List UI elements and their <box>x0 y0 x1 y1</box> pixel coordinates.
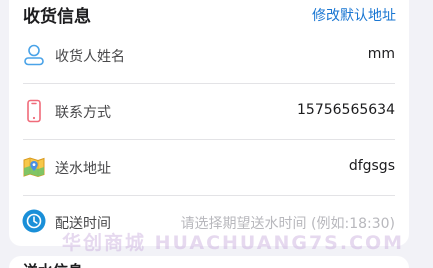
clock-icon <box>22 209 46 233</box>
recipient-name-row[interactable]: 收货人姓名 mm <box>9 28 409 84</box>
map-icon <box>22 155 46 179</box>
water-info-card: 送水信息 <box>9 256 409 268</box>
person-icon <box>22 43 46 67</box>
next-section-title: 送水信息 <box>23 260 83 268</box>
section-header: 收货信息 修改默认地址 <box>9 0 409 28</box>
phone-icon <box>22 99 46 123</box>
recipient-name-value[interactable]: mm <box>368 46 395 62</box>
section-title: 收货信息 <box>23 7 91 27</box>
contact-label: 联系方式 <box>55 105 111 121</box>
recipient-name-label: 收货人姓名 <box>55 49 125 65</box>
contact-value[interactable]: 15756565634 <box>297 102 395 118</box>
watermark: 华创商城 HUACHUANG7S.COM <box>62 232 405 254</box>
delivery-info-page: 收货信息 修改默认地址 收货人姓名 mm 联系方式 15756565634 送水… <box>0 0 433 268</box>
contact-row[interactable]: 联系方式 15756565634 <box>9 84 409 140</box>
address-row[interactable]: 送水地址 dfgsgs <box>9 140 409 196</box>
address-label: 送水地址 <box>55 161 111 177</box>
delivery-info-card: 收货信息 修改默认地址 收货人姓名 mm 联系方式 15756565634 送水… <box>9 0 409 246</box>
address-value[interactable]: dfgsgs <box>349 158 395 174</box>
edit-default-address-link[interactable]: 修改默认地址 <box>312 5 396 25</box>
